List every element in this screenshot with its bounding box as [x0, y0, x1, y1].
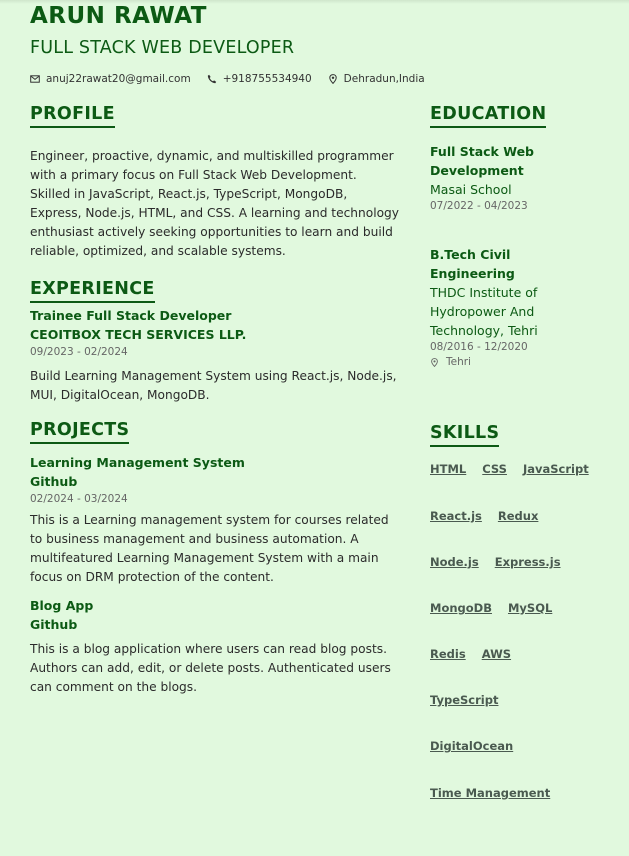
skill-tag[interactable]: React.js	[430, 509, 482, 523]
contact-phone[interactable]: +918755534940	[207, 73, 312, 85]
email-text: anuj22rawat20@gmail.com	[46, 73, 191, 85]
education-location-text: Tehri	[446, 356, 471, 368]
skill-tag[interactable]: JavaScript	[523, 462, 589, 476]
skill-tag[interactable]: AWS	[482, 647, 511, 661]
education-heading: EDUCATION	[430, 104, 547, 128]
skills-heading: SKILLS	[430, 423, 500, 447]
education-school: Masai School	[430, 182, 512, 197]
project-name: Learning Management System	[30, 455, 245, 470]
envelope-icon	[30, 75, 40, 83]
project-description: This is a blog application where users c…	[30, 642, 391, 694]
education-location: Tehri	[430, 356, 615, 368]
skill-tag[interactable]: MongoDB	[430, 601, 492, 615]
education-school: THDC Institute of Hydropower And Technol…	[430, 285, 538, 338]
skill-row: TypeScript	[430, 693, 615, 707]
education-degree: Full Stack Web Development	[430, 144, 534, 178]
projects-heading: PROJECTS	[30, 420, 130, 444]
education-item: B.Tech Civil Engineering THDC Institute …	[430, 245, 615, 368]
skill-row: React.js Redux	[430, 509, 615, 523]
profile-summary: Engineer, proactive, dynamic, and multis…	[30, 149, 399, 258]
skill-tag[interactable]: Node.js	[430, 555, 479, 569]
project-item: Blog App Github This is a blog applicati…	[30, 596, 400, 697]
project-github-link[interactable]: Github	[30, 615, 400, 634]
skill-tag[interactable]: MySQL	[508, 601, 552, 615]
phone-text: +918755534940	[222, 73, 312, 85]
candidate-name: ARUN RAWAT	[30, 3, 207, 29]
skill-row: MongoDB MySQL	[430, 601, 615, 615]
skill-row: DigitalOcean	[430, 739, 615, 753]
experience-description: Build Learning Management System using R…	[30, 369, 397, 402]
experience-company: CEOITBOX TECH SERVICES LLP.	[30, 327, 247, 342]
skill-tag[interactable]: TypeScript	[430, 693, 498, 707]
education-dates: 07/2022 - 04/2023	[430, 200, 528, 212]
phone-icon	[207, 74, 216, 84]
skills-list: HTML CSS JavaScript React.js Redux Node.…	[430, 462, 615, 800]
contact-location: Dehradun,India	[328, 73, 425, 85]
left-column: PROFILE Engineer, proactive, dynamic, an…	[30, 104, 400, 697]
skill-tag[interactable]: CSS	[482, 462, 507, 476]
contact-bar: anuj22rawat20@gmail.com +918755534940 De…	[30, 73, 441, 85]
project-name: Blog App	[30, 598, 94, 613]
experience-item: Trainee Full Stack Developer CEOITBOX TE…	[30, 306, 400, 405]
candidate-role: FULL STACK WEB DEVELOPER	[30, 38, 295, 58]
contact-email[interactable]: anuj22rawat20@gmail.com	[30, 73, 191, 85]
project-dates: 02/2024 - 03/2024	[30, 493, 128, 505]
experience-dates: 09/2023 - 02/2024	[30, 346, 128, 358]
location-text: Dehradun,India	[343, 73, 425, 85]
project-item: Learning Management System Github 02/202…	[30, 453, 400, 587]
skill-tag[interactable]: Redis	[430, 647, 466, 661]
skill-row: HTML CSS JavaScript	[430, 462, 615, 476]
project-description: This is a Learning management system for…	[30, 513, 389, 584]
skill-tag[interactable]: Redux	[498, 509, 539, 523]
skill-tag[interactable]: DigitalOcean	[430, 739, 513, 753]
skill-row: Time Management	[430, 786, 615, 800]
skill-tag[interactable]: Express.js	[495, 555, 561, 569]
skill-tag[interactable]: HTML	[430, 462, 466, 476]
map-pin-icon	[431, 357, 438, 367]
skill-tag[interactable]: Time Management	[430, 786, 550, 800]
skill-row: Node.js Express.js	[430, 555, 615, 569]
skill-row: Redis AWS	[430, 647, 615, 661]
education-item: Full Stack Web Development Masai School …	[430, 142, 615, 212]
project-github-link[interactable]: Github	[30, 472, 400, 491]
right-column: EDUCATION Full Stack Web Development Mas…	[430, 104, 615, 800]
education-degree: B.Tech Civil Engineering	[430, 247, 515, 281]
map-pin-icon	[328, 74, 337, 84]
education-dates: 08/2016 - 12/2020	[430, 341, 528, 353]
experience-role: Trainee Full Stack Developer	[30, 308, 232, 323]
profile-heading: PROFILE	[30, 104, 115, 128]
experience-heading: EXPERIENCE	[30, 279, 155, 303]
